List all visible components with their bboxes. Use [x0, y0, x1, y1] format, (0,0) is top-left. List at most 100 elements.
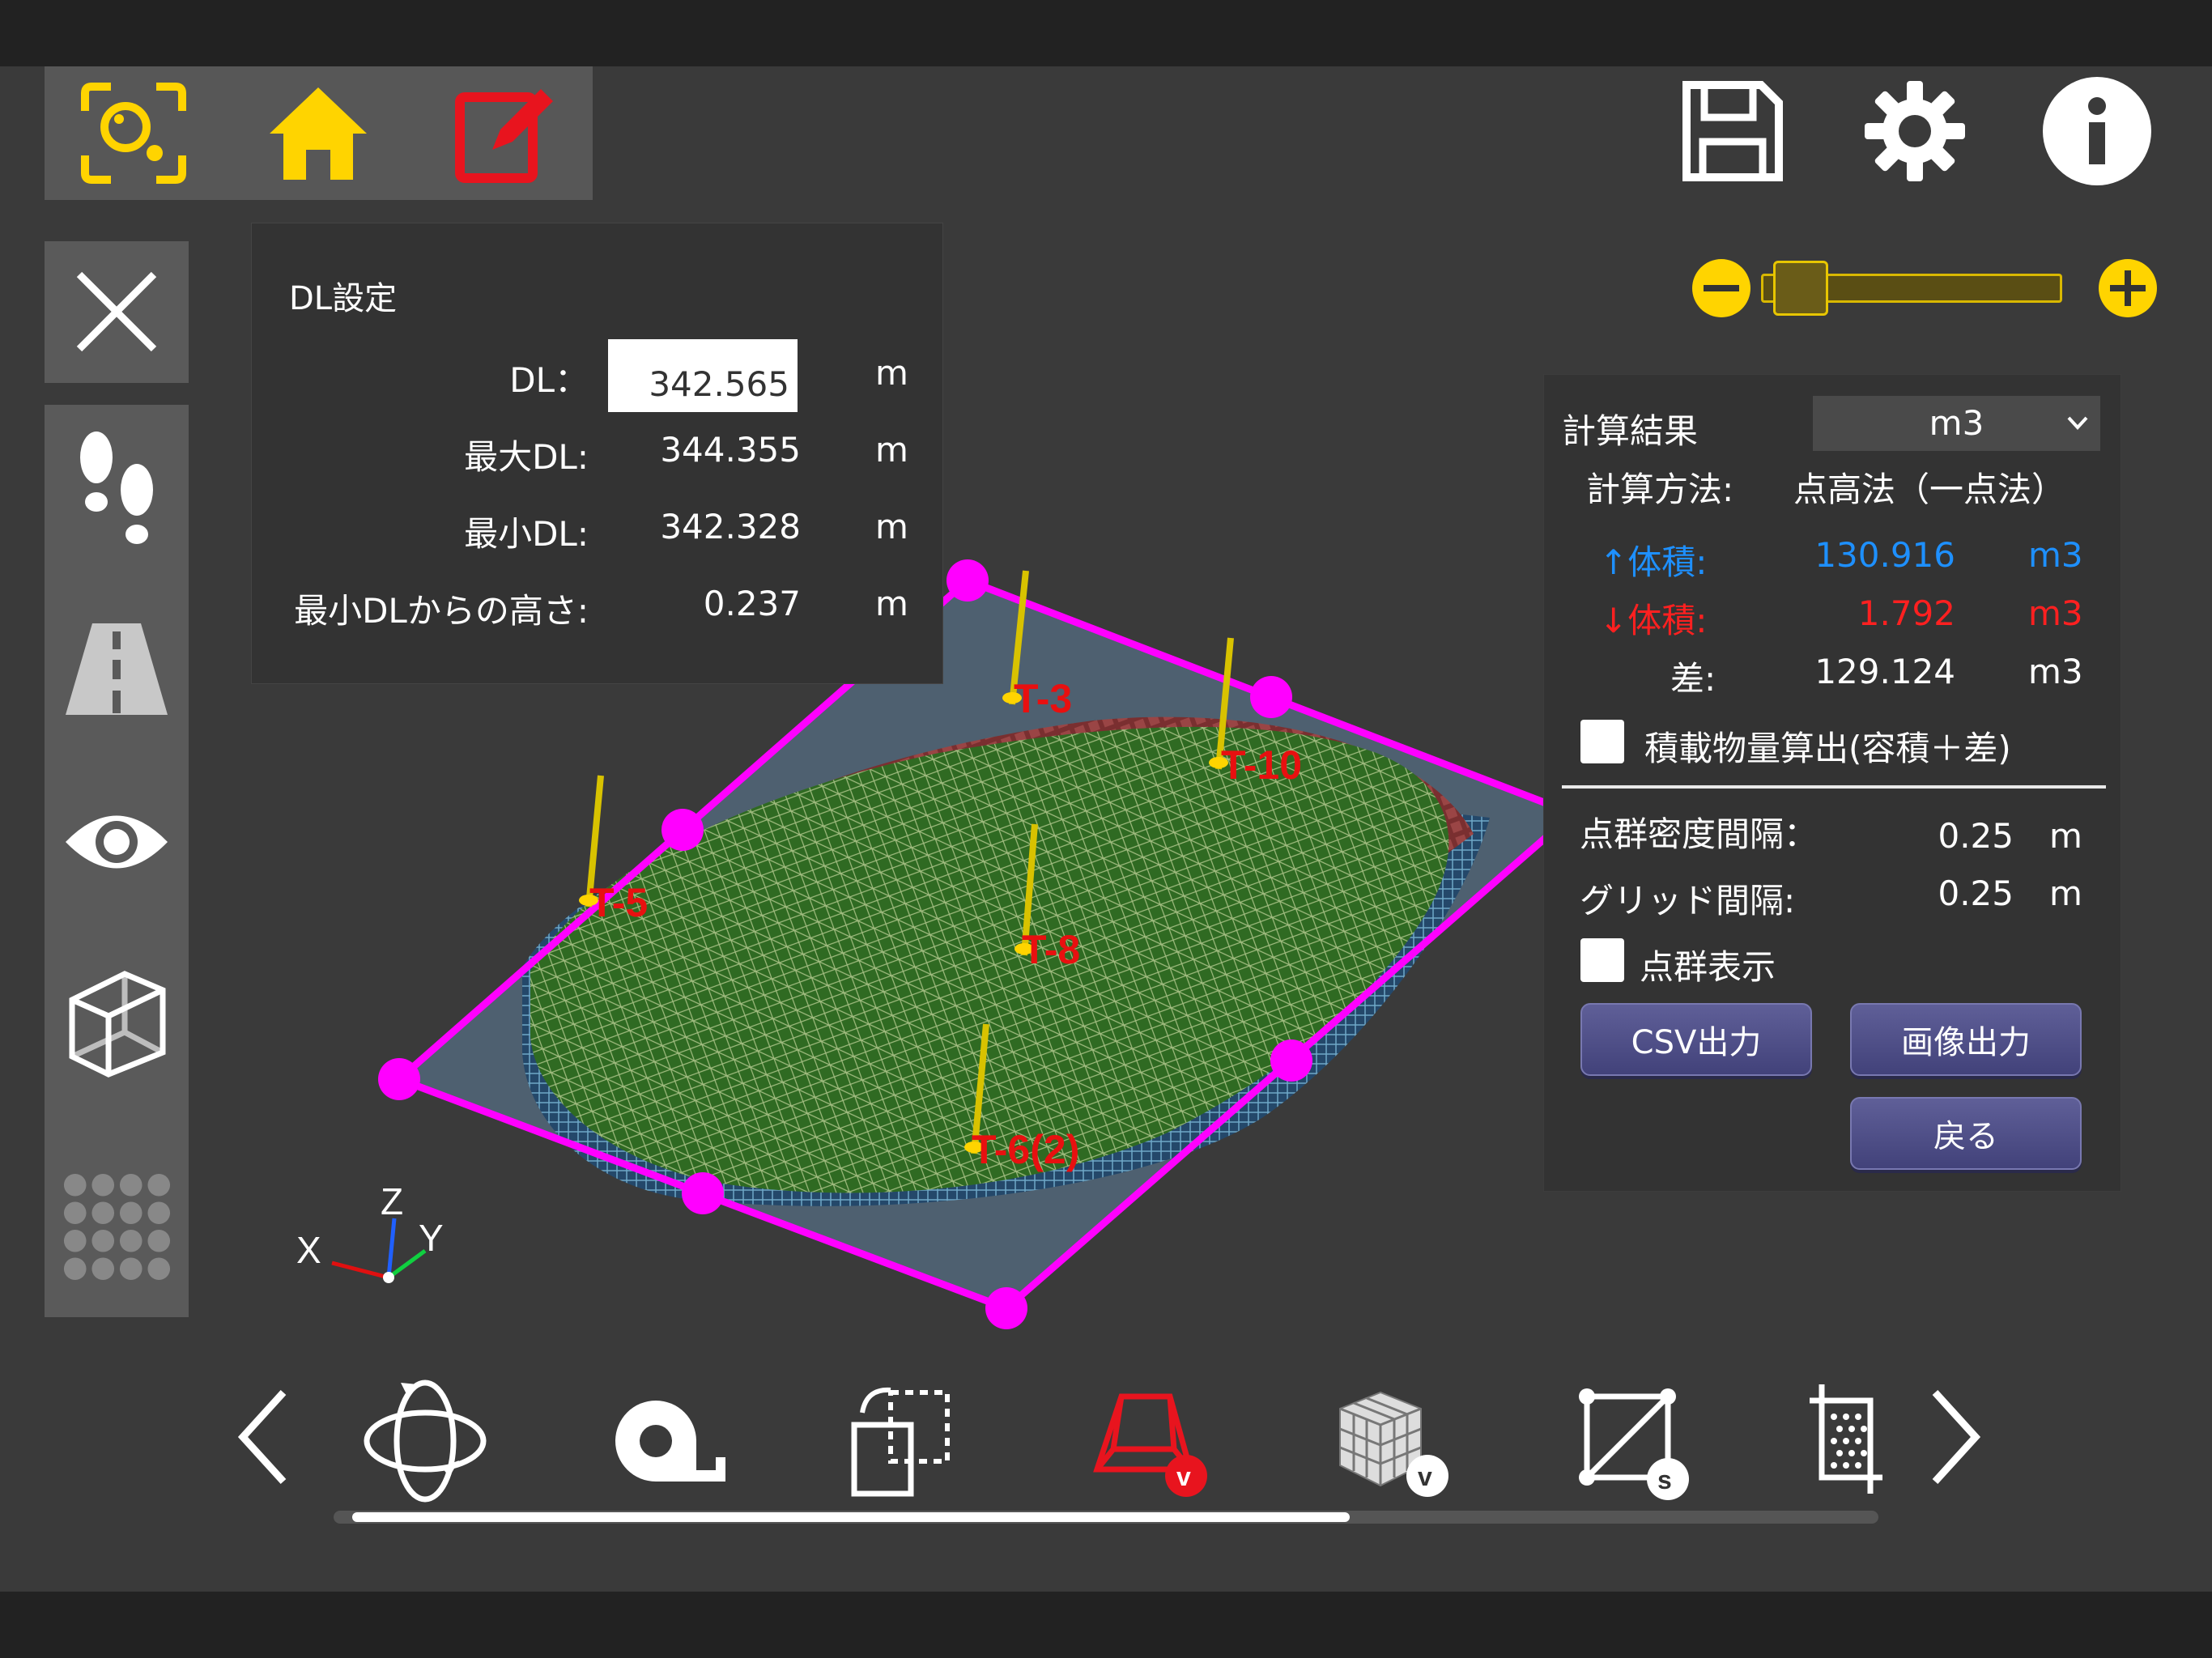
boundary-s-icon: s: [1579, 1388, 1689, 1500]
rotate-view-button[interactable]: [356, 1372, 494, 1510]
chevron-left-icon: [237, 1389, 287, 1485]
point-grid-button[interactable]: [61, 1162, 172, 1291]
toolbar-next-button[interactable]: [1919, 1380, 1992, 1494]
settings-button[interactable]: [1858, 74, 1972, 188]
marker-label-t6-2: T-6(2): [972, 1127, 1079, 1172]
save-button[interactable]: [1676, 74, 1789, 188]
diff-unit: m3: [2028, 652, 2083, 691]
walk-mode-button[interactable]: [61, 425, 172, 563]
cube-icon: [69, 971, 166, 1078]
calculation-results-panel: 計算結果 m3 計算方法: 点高法（一点法） ↑体積: 130.916 m3 ↓…: [1543, 374, 2121, 1192]
grid-dots-icon: [63, 1173, 171, 1281]
min-dl-value: 342.328: [660, 507, 801, 546]
box-view-button[interactable]: [61, 963, 172, 1085]
volume-v-icon: v: [1093, 1393, 1207, 1497]
crop-points-icon: [1810, 1384, 1882, 1494]
max-dl-value: 344.355: [660, 430, 801, 470]
mound-surface: [530, 726, 1449, 1193]
close-icon: [76, 271, 157, 352]
scan-icon: [81, 83, 186, 184]
show-points-label: 点群表示: [1640, 947, 1776, 987]
block-volume-button[interactable]: v: [1328, 1376, 1457, 1506]
height-value: 0.237: [703, 584, 801, 623]
max-dl-row: 最大DL: 344.355 m: [252, 422, 942, 478]
dl-input[interactable]: [608, 339, 798, 412]
minus-circle-icon: [1692, 259, 1750, 317]
top-left-toolbar: [45, 66, 593, 200]
dl-row: DL： m: [252, 345, 942, 402]
unit-select[interactable]: m3: [1813, 396, 2100, 451]
load-calc-checkbox[interactable]: [1580, 720, 1624, 763]
image-export-button[interactable]: 画像出力: [1850, 1003, 2082, 1076]
diff-value: 129.124: [1814, 652, 1955, 691]
view-toggle-button[interactable]: [61, 785, 172, 899]
dl-settings-panel: DL設定 DL： m 最大DL: 344.355 m 最小DL: 342.328…: [251, 223, 943, 684]
axis-x-label: X: [296, 1229, 321, 1271]
csv-export-button[interactable]: CSV出力: [1580, 1003, 1812, 1076]
cut-volume-unit: m3: [2028, 535, 2083, 575]
chevron-down-icon: [2067, 416, 2088, 430]
footprints-icon: [80, 432, 153, 544]
show-points-checkbox[interactable]: [1580, 938, 1624, 982]
rotate-icon: [364, 1380, 487, 1503]
edit-button[interactable]: [449, 79, 559, 188]
eye-icon: [66, 815, 168, 869]
blocks-v-icon: v: [1339, 1391, 1448, 1497]
height-unit: m: [875, 584, 908, 623]
results-title: 計算結果: [1562, 411, 1699, 451]
svg-text:v: v: [1418, 1462, 1432, 1491]
zoom-out-button[interactable]: [1691, 257, 1752, 319]
road-icon: [66, 623, 168, 715]
zoom-slider-thumb[interactable]: [1773, 261, 1829, 316]
max-dl-unit: m: [875, 430, 908, 470]
density-label: 点群密度間隔：: [1580, 814, 1819, 854]
method-label: 計算方法:: [1586, 470, 1734, 509]
close-button[interactable]: [45, 241, 189, 383]
marker-label-t8: T-8: [1022, 927, 1080, 972]
max-dl-label: 最大DL:: [464, 437, 589, 477]
scan-button[interactable]: [77, 79, 190, 188]
boundary-edit-button[interactable]: s: [1567, 1376, 1696, 1506]
min-dl-label: 最小DL:: [464, 514, 589, 554]
density-unit: m: [2049, 816, 2082, 856]
toolbar-prev-button[interactable]: [227, 1380, 300, 1494]
svg-text:v: v: [1176, 1462, 1191, 1491]
transform-icon: [851, 1387, 950, 1497]
road-mode-button[interactable]: [61, 607, 172, 729]
transform-button[interactable]: [842, 1376, 963, 1506]
min-dl-unit: m: [875, 507, 908, 546]
marker-label-t3: T-3: [1014, 676, 1072, 721]
save-icon: [1682, 81, 1783, 181]
gear-icon: [1865, 81, 1965, 181]
dl-panel-title: DL設定: [289, 280, 398, 317]
crop-points-button[interactable]: [1802, 1376, 1891, 1506]
toolbar-scrollbar-thumb[interactable]: [352, 1512, 1350, 1522]
measure-button[interactable]: [603, 1384, 733, 1498]
cut-volume-label: ↑体積:: [1599, 542, 1708, 582]
home-button[interactable]: [263, 79, 372, 188]
fill-volume-value: 1.792: [1857, 593, 1955, 633]
dl-label: DL：: [509, 360, 589, 400]
fill-volume-label: ↓体積:: [1599, 601, 1708, 640]
edit-icon: [454, 88, 553, 183]
chevron-right-icon: [1932, 1389, 1981, 1485]
results-divider: [1562, 785, 2106, 789]
axis-z-label: Z: [381, 1180, 403, 1222]
height-row: 最小DLからの高さ: 0.237 m: [252, 576, 942, 632]
back-button[interactable]: 戻る: [1850, 1097, 2082, 1170]
svg-text:s: s: [1657, 1465, 1672, 1494]
dl-unit: m: [875, 353, 908, 393]
unit-select-value: m3: [1929, 403, 1984, 443]
method-value: 点高法（一点法）: [1793, 470, 2066, 509]
axis-gizmo: X Z Y: [296, 1180, 444, 1283]
info-icon: [2043, 77, 2151, 185]
cut-volume-value: 130.916: [1814, 535, 1955, 575]
fill-volume-unit: m3: [2028, 593, 2083, 633]
marker-label-t5: T-5: [589, 880, 648, 925]
zoom-in-button[interactable]: [2097, 257, 2159, 319]
volume-calc-button[interactable]: v: [1085, 1376, 1214, 1506]
marker-label-t10: T-10: [1221, 742, 1302, 788]
grid-unit: m: [2049, 874, 2082, 913]
left-tool-column: [45, 405, 189, 1317]
info-button[interactable]: [2040, 74, 2154, 188]
